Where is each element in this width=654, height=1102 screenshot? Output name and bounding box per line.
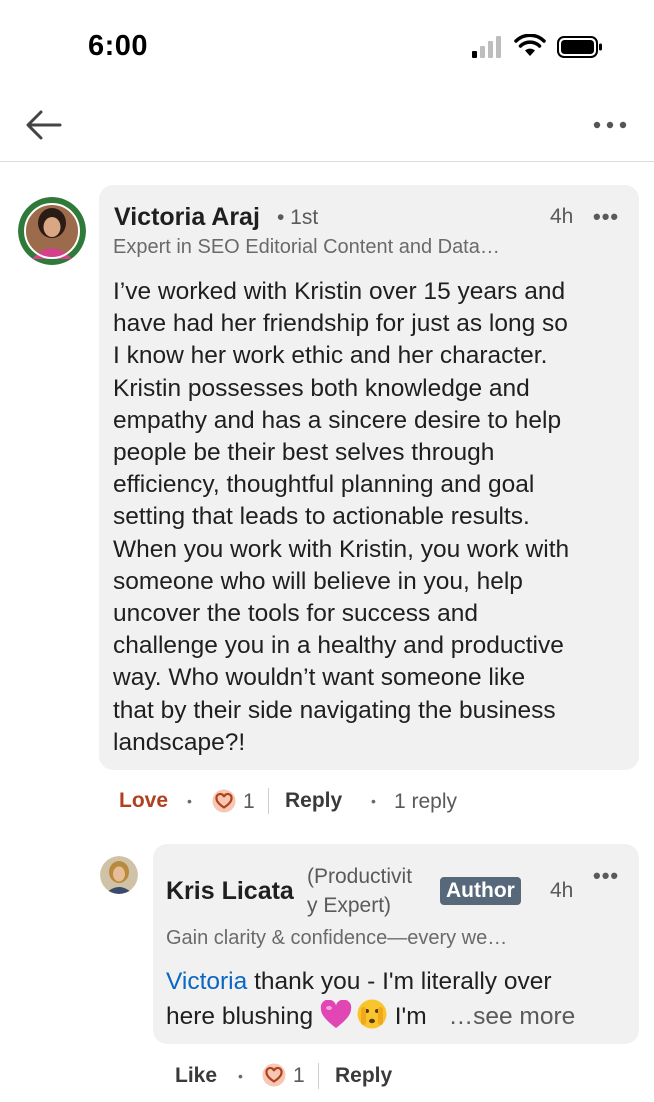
reply-text-segment: thank you - I'm literally over (247, 968, 552, 995)
comment-text-line: efficiency, thoughtful planning and goal (113, 471, 535, 499)
love-reaction-button[interactable]: Love (119, 789, 168, 813)
reply-text-line-1: Victoria thank you - I'm literally over (166, 966, 552, 998)
comment-text-line: way. Who wouldn’t want someone like (113, 664, 526, 692)
peeking-face-emoji (357, 999, 387, 1029)
wifi-icon (514, 34, 546, 56)
reply-button[interactable]: Reply (285, 789, 342, 813)
avatar-photo (18, 197, 86, 265)
nav-bar (0, 95, 654, 162)
status-time: 6:00 (88, 30, 149, 62)
comment-text: I’ve worked with Kristin over 15 years a… (113, 276, 633, 759)
comment-text-line: I’ve worked with Kristin over 15 years a… (113, 278, 566, 305)
comment-text-line: Kristin possesses both knowledge and (113, 374, 530, 402)
reply-author-pronoun-line2: y Expert) (307, 894, 392, 917)
reaction-count[interactable]: 1 (243, 790, 255, 814)
connection-degree: • 1st (277, 206, 319, 229)
action-divider (318, 1063, 319, 1089)
comment-author-headline: Expert in SEO Editorial Content and Data… (113, 236, 500, 258)
reply-text-segment: here blushing (166, 1003, 320, 1030)
avatar[interactable] (18, 197, 86, 265)
signal-icon (472, 36, 501, 58)
heart-reaction-icon[interactable] (262, 1063, 286, 1087)
action-divider (268, 788, 269, 814)
comment-text-line: have had her friendship for just as long… (113, 310, 568, 338)
comment-text-line: that by their side navigating the busine… (113, 696, 556, 724)
comment-text-line: someone who will believe in you, help (113, 567, 523, 595)
reply-bubble: Kris Licata (Productivit y Expert) Autho… (153, 844, 639, 1044)
separator-dot: • (187, 793, 192, 809)
comment-time: 4h (550, 205, 574, 228)
reply-author-name[interactable]: Kris Licata (166, 877, 294, 906)
comment-text-line: empathy and has a sincere desire to help (113, 406, 562, 434)
separator-dot: • (371, 793, 376, 809)
like-button[interactable]: Like (175, 1064, 217, 1088)
avatar[interactable] (100, 856, 138, 894)
back-arrow-icon[interactable] (24, 107, 64, 143)
heart-reaction-icon[interactable] (212, 789, 236, 813)
comment-text-line: challenge you in a healthy and productiv… (113, 632, 564, 660)
reply-time: 4h (550, 879, 574, 902)
reply-text-line-2: here blushing I'm …see more (166, 998, 575, 1033)
reply-author-pronoun-line1: (Productivit (307, 865, 413, 888)
reply-more-icon[interactable]: ••• (593, 863, 619, 889)
comment-more-icon[interactable]: ••• (593, 204, 619, 230)
comment-text-line: uncover the tools for success and (113, 600, 478, 628)
author-badge: Author (440, 877, 521, 905)
reply-button[interactable]: Reply (335, 1064, 392, 1088)
comment-author-name[interactable]: Victoria Araj (114, 203, 260, 232)
comment-bubble: Victoria Araj • 1st 4h ••• Expert in SEO… (99, 185, 639, 770)
comment-text-line: setting that leads to actionable results… (113, 503, 530, 531)
reply-count-link[interactable]: 1 reply (394, 790, 457, 814)
comment-text-line: When you work with Kristin, you work wit… (113, 535, 570, 563)
reply-author-headline: Gain clarity & confidence—every we… (166, 927, 508, 949)
see-more-link[interactable]: …see more (449, 1003, 576, 1030)
pink-heart-emoji (320, 1000, 352, 1028)
reply-text-segment: I'm (387, 1003, 427, 1030)
reaction-count[interactable]: 1 (293, 1064, 305, 1088)
comment-text-line: people be their best selves through (113, 439, 495, 467)
battery-icon (557, 36, 602, 58)
separator-dot: • (238, 1068, 243, 1084)
comment-text-line: landscape?! (113, 728, 246, 756)
comment-text-line: I know her work ethic and her character. (113, 342, 548, 370)
status-bar: 6:00 (0, 0, 654, 95)
avatar-photo (100, 856, 138, 894)
mention-link[interactable]: Victoria (166, 968, 247, 995)
overflow-menu-icon[interactable] (592, 119, 628, 131)
